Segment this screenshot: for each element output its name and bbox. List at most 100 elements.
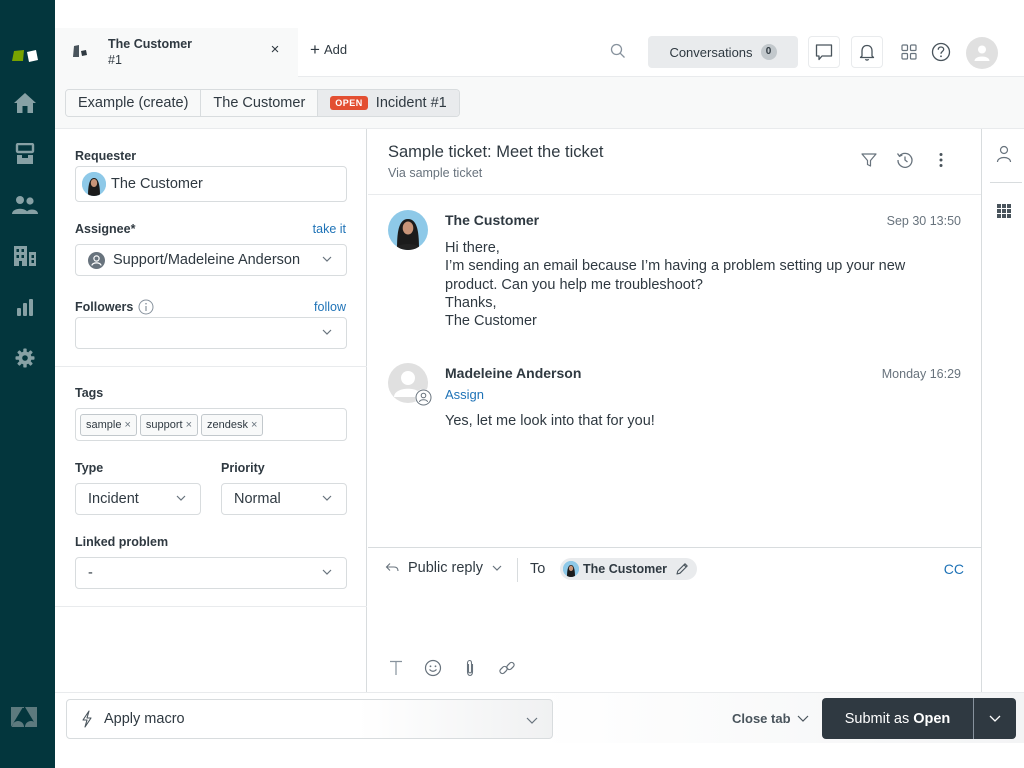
tags-label: Tags (75, 386, 104, 400)
tags-input[interactable]: sample × support × zendesk × (75, 408, 347, 441)
more-options-button[interactable] (932, 151, 950, 169)
conversations-button[interactable]: Conversations 0 (648, 36, 798, 68)
chevron-down-icon (322, 256, 332, 262)
chevron-down-icon (797, 715, 808, 722)
nav-admin[interactable] (12, 345, 38, 371)
breadcrumb-requester[interactable]: The Customer (201, 90, 319, 116)
breadcrumb: Example (create) The Customer OPEN Incid… (65, 89, 460, 117)
breadcrumb-label: The Customer (213, 95, 306, 111)
message-author[interactable]: Madeleine Anderson (445, 365, 581, 381)
emoji-button[interactable] (423, 658, 443, 678)
priority-select[interactable]: Normal (221, 483, 347, 515)
chat-bubble-icon (815, 44, 833, 61)
assignee-value: Support/Madeleine Anderson (113, 252, 301, 268)
link-button[interactable] (497, 658, 517, 678)
bell-icon (859, 44, 875, 61)
assign-link[interactable]: Assign (445, 387, 484, 402)
remove-tag-icon[interactable]: × (124, 419, 130, 431)
submit-status: Open (913, 710, 951, 727)
text-format-icon (390, 660, 402, 675)
tag: zendesk × (201, 413, 264, 436)
nav-reporting[interactable] (12, 294, 38, 320)
chevron-down-icon (176, 495, 186, 501)
followers-label: Followers (75, 300, 134, 314)
zendesk-logo-icon[interactable] (11, 706, 39, 728)
filter-button[interactable] (860, 151, 878, 169)
ticket-tab[interactable]: The Customer #1 × (55, 28, 298, 77)
remove-tag-icon[interactable]: × (251, 419, 257, 431)
type-value: Incident (88, 491, 139, 507)
divider (55, 606, 367, 607)
assignee-select[interactable]: Support/Madeleine Anderson (75, 244, 347, 276)
tab-ticket-number: #1 (108, 53, 122, 67)
take-it-link[interactable]: take it (313, 222, 346, 236)
tag: sample × (80, 413, 137, 436)
gear-icon (15, 348, 35, 368)
message-body: Yes, let me look into that for you! (445, 413, 655, 429)
customer-avatar[interactable] (388, 210, 428, 250)
nav-home[interactable] (12, 90, 38, 116)
customer-context-button[interactable] (995, 145, 1013, 163)
breadcrumb-ticket[interactable]: OPEN Incident #1 (318, 90, 459, 116)
recipient-name: The Customer (583, 562, 668, 576)
ticket-footer: Apply macro Close tab Submit as Open (55, 692, 1024, 768)
top-bar: The Customer #1 × + Add Conversations 0 (55, 0, 1024, 77)
divider (517, 558, 518, 582)
chevron-down-icon (526, 717, 538, 724)
priority-label: Priority (221, 461, 265, 475)
notifications-button[interactable] (851, 36, 883, 68)
conversation-pane: Sample ticket: Meet the ticket Via sampl… (368, 129, 981, 692)
user-avatar[interactable] (966, 37, 998, 69)
linked-problem-select[interactable]: - (75, 557, 347, 589)
recipient-chip[interactable]: The Customer (560, 558, 698, 580)
pencil-icon[interactable] (675, 562, 689, 576)
submit-options-button[interactable] (974, 698, 1016, 739)
tab-title: The Customer (108, 37, 193, 51)
apps-button[interactable] (897, 40, 921, 64)
help-icon (931, 42, 951, 62)
ticket-subject[interactable]: Sample ticket: Meet the ticket (388, 143, 604, 162)
nav-views[interactable] (12, 141, 38, 167)
reply-type-select[interactable]: Public reply (385, 560, 502, 576)
info-icon[interactable] (138, 299, 154, 315)
remove-tag-icon[interactable]: × (186, 419, 192, 431)
add-tab-button[interactable]: + Add (310, 41, 348, 58)
follow-link[interactable]: follow (314, 300, 346, 314)
history-button[interactable] (896, 151, 914, 169)
breadcrumb-label: Incident #1 (375, 95, 447, 111)
paperclip-icon (466, 659, 474, 677)
add-label: Add (323, 42, 348, 57)
user-icon (996, 145, 1012, 163)
divider (990, 182, 1022, 183)
apps-panel-button[interactable] (995, 202, 1013, 220)
message-author[interactable]: The Customer (445, 212, 539, 228)
nav-organizations[interactable] (12, 243, 38, 269)
requester-field[interactable]: The Customer (75, 166, 347, 202)
zendesk-product-logo-icon[interactable] (12, 48, 42, 64)
close-tab-button[interactable]: Close tab (732, 711, 809, 726)
cc-link[interactable]: CC (944, 561, 964, 577)
type-select[interactable]: Incident (75, 483, 201, 515)
chat-button[interactable] (808, 36, 840, 68)
agent-badge-icon (415, 389, 432, 406)
nav-customers[interactable] (12, 192, 38, 218)
message-time: Sep 30 13:50 (886, 214, 961, 228)
bar-chart-icon (17, 299, 33, 316)
apply-macro-select[interactable]: Apply macro (66, 699, 553, 739)
assignee-label: Assignee* (75, 222, 136, 236)
context-panel-bar (981, 129, 1024, 692)
tag: support × (139, 413, 199, 436)
requester-label: Requester (75, 149, 137, 163)
building-icon (14, 246, 36, 266)
breadcrumb-organization[interactable]: Example (create) (66, 90, 202, 116)
breadcrumb-label: Example (create) (78, 95, 189, 111)
close-tab-label: Close tab (732, 711, 791, 726)
help-button[interactable] (929, 40, 953, 64)
followers-select[interactable] (75, 317, 347, 349)
search-icon[interactable] (610, 43, 626, 59)
attach-button[interactable] (460, 658, 480, 678)
text-format-button[interactable] (386, 658, 406, 678)
lightning-bolt-icon (82, 710, 92, 728)
submit-button[interactable]: Submit as Open (822, 698, 974, 739)
close-tab-icon[interactable]: × (267, 42, 283, 58)
